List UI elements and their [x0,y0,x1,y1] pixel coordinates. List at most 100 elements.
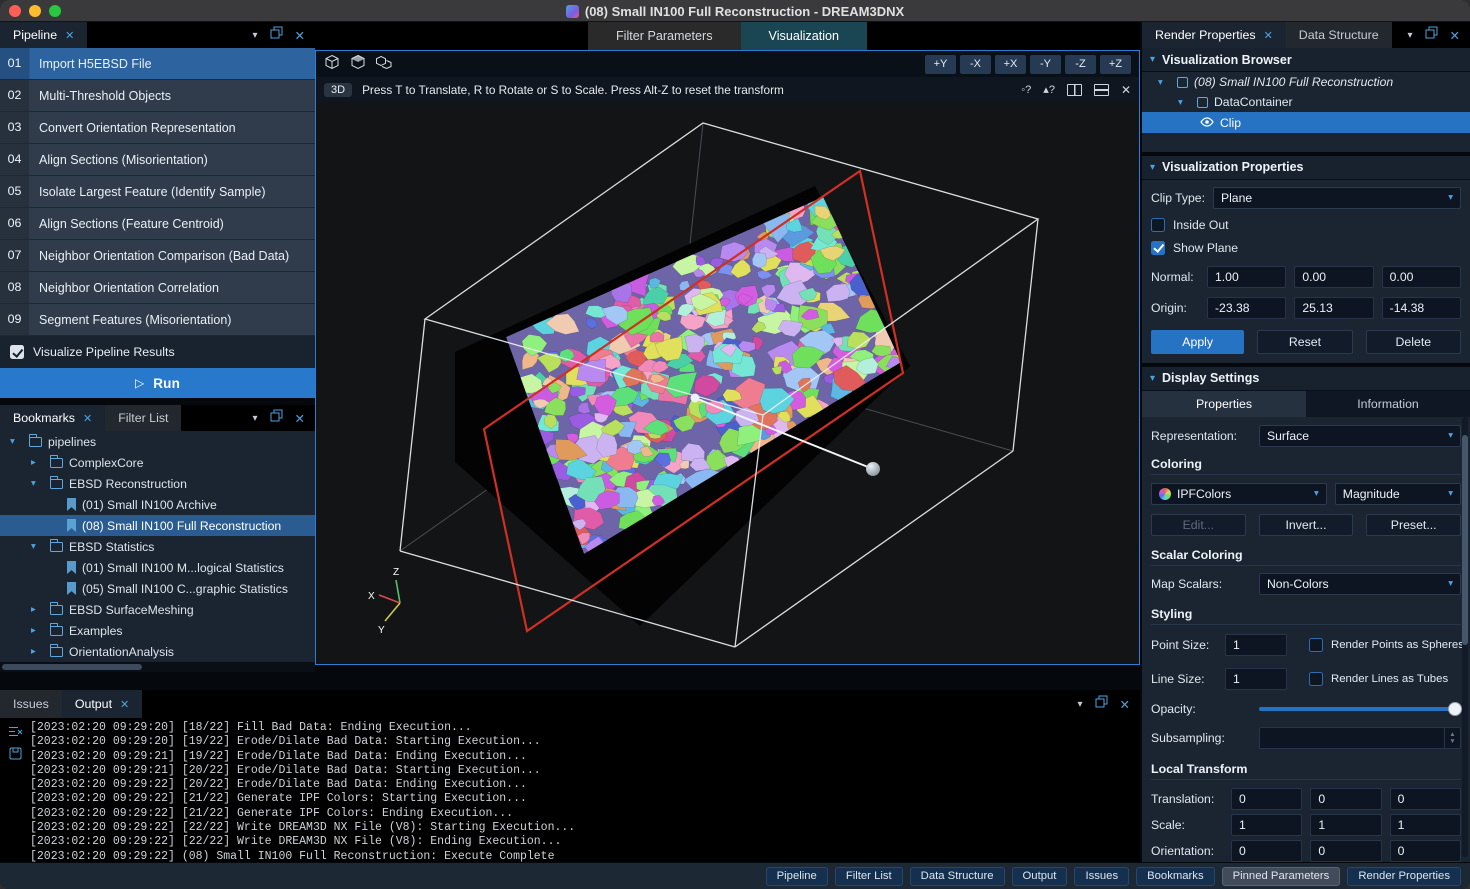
edit-colors-button[interactable]: Edit... [1151,514,1246,536]
translation-y-field[interactable]: 0 [1310,788,1381,810]
opacity-slider[interactable] [1259,702,1461,716]
pipeline-item-07[interactable]: 07Neighbor Orientation Comparison (Bad D… [0,240,315,272]
undock-panel-icon[interactable] [1095,695,1108,713]
dock-button-data-structure[interactable]: Data Structure [910,867,1005,886]
panel-menu-caret-icon[interactable]: ▾ [1077,699,1082,710]
horizontal-scrollbar[interactable] [0,662,315,672]
dock-button-issues[interactable]: Issues [1074,867,1129,886]
pipeline-item-02[interactable]: 02Multi-Threshold Objects [0,80,315,112]
close-panel-icon[interactable]: ✕ [1450,28,1460,43]
invert-colors-button[interactable]: Invert... [1259,514,1354,536]
view-mode-badge[interactable]: 3D [324,83,352,97]
clip-type-dropdown[interactable]: Plane ▾ [1213,187,1461,209]
dock-button-filter-list[interactable]: Filter List [835,867,903,886]
visualization-browser-header[interactable]: ▾ Visualization Browser [1142,48,1470,72]
camera-cube-icon[interactable] [324,54,340,75]
bookmark-item[interactable]: ▸ComplexCore [0,452,315,473]
spinner-arrows-icon[interactable]: ▲▼ [1444,728,1460,748]
3d-scene[interactable]: Z X Y [316,102,1139,664]
tab-filter-parameters[interactable]: Filter Parameters [588,22,741,50]
bookmark-item[interactable]: ▾EBSD Statistics [0,536,315,557]
subsampling-spinner[interactable]: ▲▼ [1259,727,1461,749]
reset-button[interactable]: Reset [1257,330,1352,354]
panel-menu-caret-icon[interactable]: ▾ [1407,30,1412,41]
chevron-right-icon[interactable]: ▸ [31,646,44,657]
view-preset-minus-z[interactable]: -Z [1065,55,1096,74]
close-icon[interactable]: ✕ [1264,29,1273,42]
origin-z-field[interactable]: -14.38 [1382,297,1461,319]
bookmark-item[interactable]: (01) Small IN100 M...logical Statistics [0,557,315,578]
translation-z-field[interactable]: 0 [1390,788,1461,810]
transform-help-icon[interactable]: ▴? [1043,83,1055,96]
show-plane-checkbox[interactable] [1151,241,1165,255]
point-size-field[interactable]: 1 [1225,634,1287,656]
scale-z-field[interactable]: 1 [1390,814,1461,836]
bookmark-item[interactable]: (05) Small IN100 C...graphic Statistics [0,578,315,599]
translation-x-field[interactable]: 0 [1231,788,1302,810]
undock-panel-icon[interactable] [1425,26,1438,44]
chevron-down-icon[interactable]: ▾ [31,541,44,552]
browser-clip-item[interactable]: Clip [1142,112,1470,132]
panel-menu-caret-icon[interactable]: ▾ [252,30,257,41]
split-vertical-icon[interactable] [1067,84,1082,96]
dock-button-render-properties[interactable]: Render Properties [1347,867,1461,886]
chevron-right-icon[interactable]: ▸ [31,625,44,636]
split-horizontal-icon[interactable] [1094,84,1109,96]
chevron-down-icon[interactable]: ▾ [1178,97,1191,108]
normal-x-field[interactable]: 1.00 [1207,266,1286,288]
pipeline-item-04[interactable]: 04Align Sections (Misorientation) [0,144,315,176]
tab-filter-list[interactable]: Filter List [105,405,181,431]
view-preset-plus-x[interactable]: +X [995,55,1026,74]
pipeline-item-08[interactable]: 08Neighbor Orientation Correlation [0,272,315,304]
chevron-right-icon[interactable]: ▸ [31,457,44,468]
browser-root-item[interactable]: ▾ (08) Small IN100 Full Reconstruction [1142,72,1470,92]
panel-menu-caret-icon[interactable]: ▾ [252,413,257,424]
undock-panel-icon[interactable] [270,409,283,427]
camera-reset-icon[interactable] [350,54,366,75]
browser-datacontainer-item[interactable]: ▾ DataContainer [1142,92,1470,112]
pipeline-item-09[interactable]: 09Segment Features (Misorientation) [0,304,315,336]
dock-button-output[interactable]: Output [1012,867,1068,886]
dock-button-pinned-parameters[interactable]: Pinned Parameters [1222,867,1341,886]
bookmark-item[interactable]: (08) Small IN100 Full Reconstruction [0,515,315,536]
apply-button[interactable]: Apply [1151,330,1244,354]
tab-properties[interactable]: Properties [1142,391,1306,417]
preset-colors-button[interactable]: Preset... [1366,514,1461,536]
origin-y-field[interactable]: 25.13 [1294,297,1373,319]
bookmark-item[interactable]: ▾pipelines [0,431,315,452]
render-points-checkbox[interactable] [1309,638,1323,652]
pipeline-item-06[interactable]: 06Align Sections (Feature Centroid) [0,208,315,240]
scale-y-field[interactable]: 1 [1310,814,1381,836]
close-icon[interactable]: ✕ [65,29,74,42]
visibility-eye-icon[interactable] [1200,116,1214,130]
chevron-down-icon[interactable]: ▾ [10,436,23,447]
pipeline-item-01[interactable]: 01Import H5EBSD File [0,48,315,80]
tab-pipeline[interactable]: Pipeline ✕ [0,22,87,48]
tab-information[interactable]: Information [1306,391,1470,417]
vertical-scrollbar[interactable] [1462,417,1468,857]
chevron-right-icon[interactable]: ▸ [31,604,44,615]
undock-panel-icon[interactable] [270,26,283,44]
component-dropdown[interactable]: Magnitude ▾ [1335,483,1461,505]
clear-console-icon[interactable] [8,725,23,738]
map-scalars-dropdown[interactable]: Non-Colors ▾ [1259,573,1461,595]
view-preset-minus-x[interactable]: -X [960,55,991,74]
normal-z-field[interactable]: 0.00 [1382,266,1461,288]
save-log-icon[interactable] [9,747,22,760]
close-panel-icon[interactable]: ✕ [1120,697,1130,712]
inside-out-checkbox[interactable] [1151,218,1165,232]
scale-x-field[interactable]: 1 [1231,814,1302,836]
scrollbar-thumb[interactable] [2,664,142,670]
color-array-dropdown[interactable]: IPFColors ▾ [1151,483,1327,505]
bookmark-item[interactable]: ▾EBSD Reconstruction [0,473,315,494]
tab-visualization[interactable]: Visualization [741,22,867,50]
orientation-x-field[interactable]: 0 [1231,840,1302,862]
slider-thumb[interactable] [1448,702,1462,716]
close-icon[interactable]: ✕ [83,412,92,425]
delete-button[interactable]: Delete [1366,330,1461,354]
dock-button-pipeline[interactable]: Pipeline [766,867,828,886]
tab-output[interactable]: Output ✕ [62,690,142,718]
tab-data-structure[interactable]: Data Structure [1286,22,1392,48]
tab-issues[interactable]: Issues [0,690,62,718]
visualize-results-checkbox[interactable] [10,345,24,359]
